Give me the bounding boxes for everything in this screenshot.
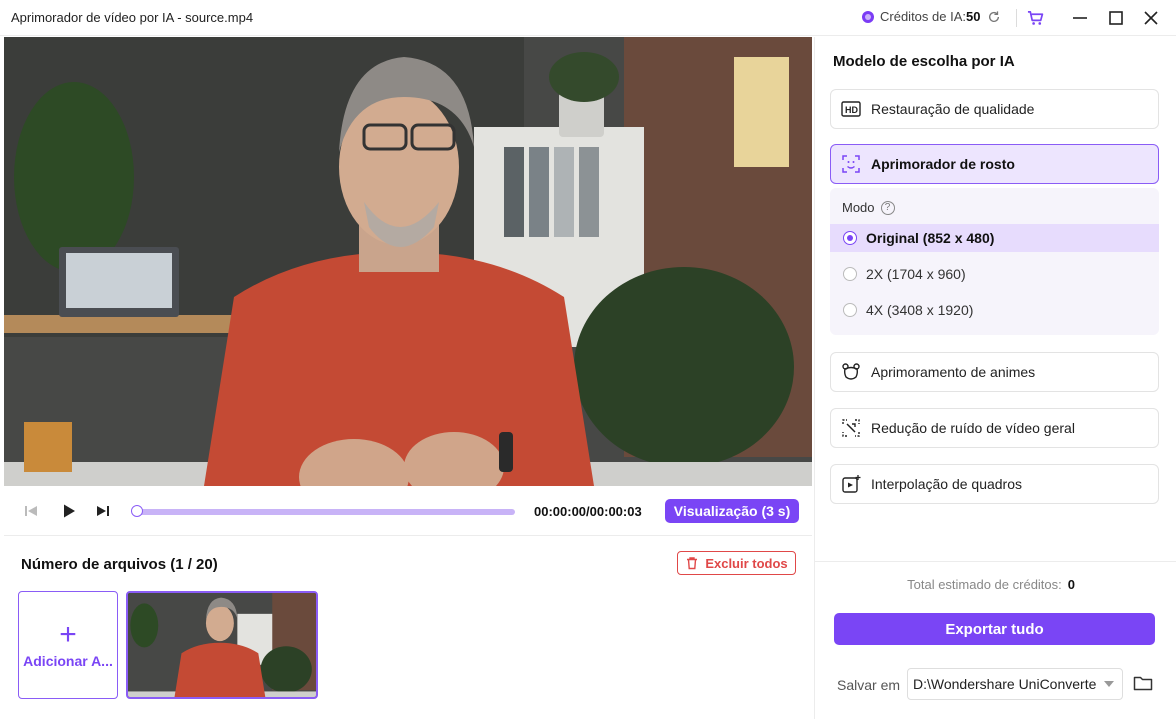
mode-label-text: Modo — [842, 200, 875, 215]
titlebar-separator — [1016, 9, 1017, 27]
face-scan-icon — [840, 153, 862, 175]
add-file-button[interactable]: + Adicionar A... — [18, 591, 118, 699]
estimated-credits-value: 0 — [1067, 577, 1075, 592]
model-label: Aprimorador de rosto — [871, 156, 1015, 172]
refresh-icon[interactable] — [987, 10, 1001, 24]
video-thumbnail[interactable] — [126, 591, 318, 699]
delete-all-button[interactable]: Excluir todos — [677, 551, 796, 575]
mode-4x-radio[interactable]: 4X (3408 x 1920) — [830, 296, 1159, 324]
help-icon[interactable]: ? — [880, 200, 895, 215]
credits-icon — [862, 10, 874, 23]
delete-all-label: Excluir todos — [705, 555, 788, 571]
previous-frame-icon[interactable] — [22, 502, 40, 520]
mode-label: Modo ? — [842, 200, 895, 215]
export-all-button[interactable]: Exportar tudo — [834, 613, 1155, 645]
estimated-credits: Total estimado de créditos: 0 — [815, 577, 1075, 592]
radio-icon — [843, 231, 857, 245]
add-file-label: Adicionar A... — [23, 653, 113, 669]
denoise-icon — [840, 417, 862, 439]
save-path: D:\Wondershare UniConverte — [913, 676, 1097, 692]
credits-label: Créditos de IA:50 — [880, 9, 980, 24]
save-location-select[interactable]: D:\Wondershare UniConverte — [907, 668, 1123, 700]
timecode: 00:00:00/00:00:03 — [534, 504, 642, 519]
radio-icon — [843, 267, 857, 281]
folder-icon[interactable] — [1133, 674, 1153, 692]
hd-icon: HD — [840, 98, 862, 120]
progress-thumb[interactable] — [131, 505, 143, 517]
plus-icon: + — [59, 618, 77, 651]
mode-2x-radio[interactable]: 2X (1704 x 960) — [830, 260, 1159, 288]
model-face-enhancer[interactable]: Aprimorador de rosto — [830, 144, 1159, 184]
mode-option-label: Original (852 x 480) — [866, 230, 995, 246]
bear-icon — [840, 361, 862, 383]
video-preview[interactable] — [4, 37, 812, 486]
model-quality-restoration[interactable]: HD Restauração de qualidade — [830, 89, 1159, 129]
cart-icon[interactable] — [1027, 10, 1044, 26]
credits-label-text: Créditos de IA: — [880, 9, 966, 24]
player-controls: 00:00:00/00:00:03 Visualização (3 s) — [4, 489, 812, 535]
progress-track[interactable] — [135, 509, 515, 515]
model-general-denoise[interactable]: Redução de ruído de vídeo geral — [830, 408, 1159, 448]
credits-value: 50 — [966, 9, 981, 24]
panel-divider — [814, 37, 815, 719]
svg-text:HD: HD — [845, 105, 858, 115]
files-count-title: Número de arquivos (1 / 20) — [21, 556, 218, 573]
mode-option-label: 2X (1704 x 960) — [866, 266, 966, 282]
chevron-down-icon — [1104, 681, 1114, 687]
model-label: Interpolação de quadros — [871, 476, 1022, 492]
model-label: Restauração de qualidade — [871, 101, 1035, 117]
model-label: Redução de ruído de vídeo geral — [871, 420, 1075, 436]
window-title: Aprimorador de vídeo por IA - source.mp4 — [11, 10, 254, 25]
maximize-button[interactable] — [1106, 8, 1126, 28]
next-frame-icon[interactable] — [94, 502, 112, 520]
video-frame — [4, 37, 812, 486]
model-frame-interpolation[interactable]: Interpolação de quadros — [830, 464, 1159, 504]
mode-original-radio[interactable]: Original (852 x 480) — [830, 224, 1159, 252]
radio-icon — [843, 303, 857, 317]
frame-interpolation-icon — [840, 473, 862, 495]
model-label: Aprimoramento de animes — [871, 364, 1036, 380]
ai-credits[interactable]: Créditos de IA:50 — [862, 9, 980, 24]
panel-title: Modelo de escolha por IA — [833, 53, 1015, 70]
play-icon[interactable] — [60, 502, 78, 520]
minimize-button[interactable] — [1070, 8, 1090, 28]
save-location-label: Salvar em — [837, 677, 901, 693]
preview-button[interactable]: Visualização (3 s) — [665, 499, 799, 523]
trash-icon — [687, 557, 698, 570]
mode-panel: Modo ? Original (852 x 480) 2X (1704 x 9… — [830, 188, 1159, 335]
close-button[interactable] — [1141, 8, 1161, 28]
model-anime-enhancement[interactable]: Aprimoramento de animes — [830, 352, 1159, 392]
mode-option-label: 4X (3408 x 1920) — [866, 302, 974, 318]
divider — [4, 535, 812, 536]
title-bar: Aprimorador de vídeo por IA - source.mp4… — [0, 0, 1176, 36]
thumbnail-image — [128, 593, 316, 697]
estimated-credits-label: Total estimado de créditos: — [907, 577, 1062, 592]
panel-separator — [815, 561, 1176, 562]
